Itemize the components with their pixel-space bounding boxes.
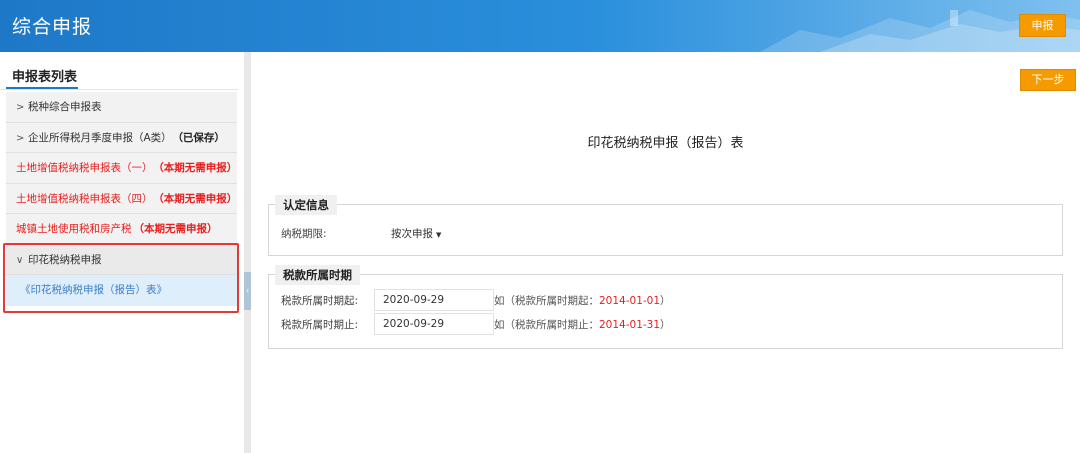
period-end-row: 税款所属时期止: 2020-09-29 如（税款所属时期止：2014-01-31… xyxy=(281,313,671,335)
section-identification: 认定信息 纳税期限: 按次申报 ▼ xyxy=(268,195,1063,256)
submit-button[interactable]: 申报 xyxy=(1019,14,1066,37)
chevron-down-icon: ∨ xyxy=(16,254,24,266)
sidebar-item-label: 土地增值税纳税申报表（四） xyxy=(16,192,153,205)
hint-text: ） xyxy=(660,319,671,331)
field-label: 税款所属时期起: xyxy=(281,295,359,307)
status-tag: （本期无需申报） xyxy=(158,162,238,174)
period-start-input[interactable]: 2020-09-29 xyxy=(374,289,494,311)
sidebar-item-tax-summary[interactable]: > 税种综合申报表 xyxy=(6,92,237,123)
sidebar-item-label: 企业所得税月季度申报（A类） xyxy=(28,131,172,144)
status-tag: （已保存） xyxy=(177,131,225,144)
period-start-row: 税款所属时期起: 2020-09-29 如（税款所属时期起：2014-01-01… xyxy=(281,289,671,311)
sidebar-item-stamp-duty[interactable]: ∨ 印花税纳税申报 xyxy=(6,244,237,275)
sidebar-item-land-vat-1[interactable]: 土地增值税纳税申报表（一） （本期无需申报） xyxy=(6,153,237,184)
sidebar-item-land-vat-4[interactable]: 土地增值税纳税申报表（四） （本期无需申报） xyxy=(6,183,238,214)
select-value: 按次申报 xyxy=(391,228,433,240)
sidebar-item-label: 土地增值税纳税申报表（一） xyxy=(16,162,153,174)
hint-example-date: 2014-01-31 xyxy=(599,319,661,331)
status-tag: （本期无需申报） xyxy=(158,192,238,205)
field-label: 纳税期限: xyxy=(281,228,327,240)
sidebar-splitter[interactable] xyxy=(244,52,251,453)
chevron-right-icon: > xyxy=(16,102,25,113)
period-end-hint: 如（税款所属时期止：2014-01-31） xyxy=(494,315,671,335)
dropdown-arrow-icon: ▼ xyxy=(436,231,442,239)
tax-period-select[interactable]: 按次申报 ▼ xyxy=(391,224,441,245)
field-label: 税款所属时期止: xyxy=(281,319,359,331)
sidebar-item-label: 印花税纳税申报 xyxy=(28,253,102,266)
period-start-hint: 如（税款所属时期起：2014-01-01） xyxy=(494,291,671,311)
main-content: 下一步 印花税纳税申报（报告）表 认定信息 纳税期限: 按次申报 ▼ 税款所属时期… xyxy=(251,52,1080,453)
sidebar-item-label: 城镇土地使用税和房产税 xyxy=(16,223,132,235)
status-tag: （本期无需申报） xyxy=(133,223,218,235)
collapse-sidebar-icon[interactable]: ‹ xyxy=(244,272,251,310)
app-title: 综合申报 xyxy=(12,16,93,38)
next-step-button[interactable]: 下一步 xyxy=(1020,69,1076,91)
sidebar-item-corporate-income-tax[interactable]: > 企业所得税月季度申报（A类） （已保存） xyxy=(6,122,237,153)
sidebar-title: 申报表列表 xyxy=(12,70,78,85)
form-title: 印花税纳税申报（报告）表 xyxy=(587,136,744,151)
chevron-right-icon: > xyxy=(16,132,25,144)
sidebar-subitem-stamp-duty-form[interactable]: 《印花税纳税申报（报告）表》 xyxy=(6,275,237,306)
tax-period-row: 纳税期限: 按次申报 ▼ xyxy=(281,224,441,244)
section-title: 认定信息 xyxy=(275,195,337,215)
period-end-input[interactable]: 2020-09-29 xyxy=(374,313,494,335)
divider xyxy=(0,89,238,90)
section-tax-period: 税款所属时期 税款所属时期起: 2020-09-29 如（税款所属时期起：201… xyxy=(268,265,1063,349)
hint-text: ） xyxy=(660,295,671,307)
app-header: 综合申报 申报 xyxy=(0,0,1080,52)
sidebar: 申报表列表 > 税种综合申报表 > 企业所得税月季度申报（A类） （已保存） 土地增值… xyxy=(0,52,244,453)
hint-example-date: 2014-01-01 xyxy=(599,295,661,307)
hint-text: 如（税款所属时期止： xyxy=(494,319,599,331)
form-list: > 税种综合申报表 > 企业所得税月季度申报（A类） （已保存） 土地增值税纳税申报表… xyxy=(6,92,237,306)
sidebar-item-label: 税种综合申报表 xyxy=(28,101,102,113)
hint-text: 如（税款所属时期起： xyxy=(494,295,599,307)
sidebar-item-land-use-property-tax[interactable]: 城镇土地使用税和房产税 （本期无需申报） xyxy=(6,214,237,245)
section-title: 税款所属时期 xyxy=(275,265,360,285)
